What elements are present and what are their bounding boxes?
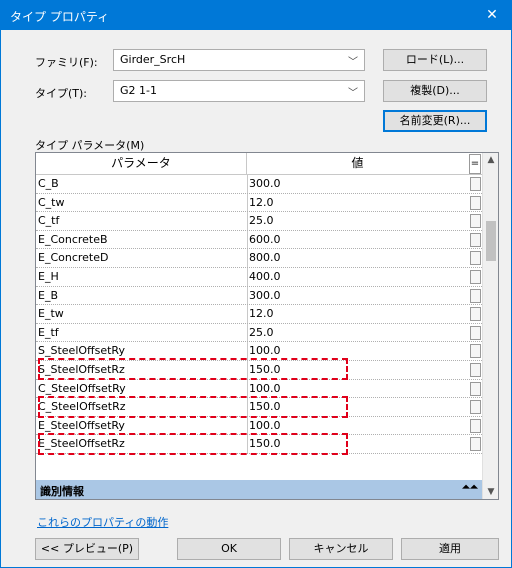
formula-cell[interactable]	[470, 288, 481, 303]
column-header-parameter[interactable]: パラメータ	[36, 153, 247, 175]
param-name: E_tf	[38, 325, 59, 339]
chevron-down-icon: ﹀	[348, 57, 358, 68]
collapse-icon[interactable]: ⏶⏶	[462, 482, 478, 493]
param-value[interactable]: 300.0	[249, 177, 449, 190]
highlight-c-offset-ry	[38, 396, 348, 418]
formula-cell[interactable]	[470, 269, 481, 284]
formula-cell[interactable]	[470, 325, 481, 340]
param-name: C_SteelOffsetRy	[38, 381, 126, 395]
grid-header: パラメータ 値 =	[36, 153, 482, 175]
table-row[interactable]: C_tf 25.0	[36, 212, 482, 231]
column-divider	[247, 286, 248, 305]
preview-button[interactable]: << プレビュー(P)	[35, 538, 139, 560]
table-row[interactable]: E_ConcreteD 800.0	[36, 249, 482, 268]
group-label: 識別情報	[40, 485, 84, 498]
column-divider	[247, 323, 248, 342]
chevron-down-icon: ﹀	[348, 88, 358, 99]
param-name: C_tf	[38, 214, 60, 228]
param-name: E_H	[38, 269, 59, 283]
column-divider	[247, 212, 248, 230]
dialog-body: ファミリ(F): Girder_SrcH ﹀ ロード(L)... タイプ(T):…	[0, 30, 512, 568]
param-name: E_ConcreteD	[38, 251, 109, 265]
scroll-thumb[interactable]	[486, 221, 496, 261]
param-value[interactable]: 25.0	[249, 326, 449, 339]
param-name: E_B	[38, 288, 58, 302]
close-icon[interactable]: ✕	[472, 0, 512, 30]
scroll-up-icon[interactable]: ▲	[483, 155, 498, 165]
formula-cell[interactable]	[470, 381, 481, 396]
param-value[interactable]: 12.0	[249, 307, 449, 320]
table-row[interactable]: E_H 400.0	[36, 267, 482, 287]
formula-cell[interactable]	[470, 344, 481, 359]
formula-cell[interactable]	[470, 400, 481, 415]
param-name: C_tw	[38, 195, 65, 209]
column-divider	[247, 175, 248, 193]
ok-button[interactable]: OK	[177, 538, 281, 560]
param-value[interactable]: 100.0	[249, 419, 449, 432]
properties-behavior-link[interactable]: これらのプロパティの動作	[37, 514, 168, 530]
param-value[interactable]: 400.0	[249, 270, 449, 283]
param-name: E_tw	[38, 307, 64, 321]
parameter-grid[interactable]: パラメータ 値 = C_B 300.0 C_tw 12.0 C_tf 25.0 E_Conc…	[35, 152, 499, 500]
param-value[interactable]: 600.0	[249, 233, 449, 246]
column-divider	[247, 267, 248, 286]
param-name: E_SteelOffsetRy	[38, 418, 125, 432]
column-divider	[247, 305, 248, 323]
rename-button[interactable]: 名前変更(R)...	[383, 110, 487, 132]
formula-cell[interactable]	[470, 418, 481, 433]
family-value: Girder_SrcH	[120, 53, 186, 66]
column-header-value[interactable]: 値	[247, 153, 468, 175]
vertical-scrollbar[interactable]: ▲ ▼	[482, 153, 498, 499]
param-name: C_B	[38, 177, 59, 190]
type-params-label: タイプ パラメータ(M)	[35, 139, 145, 152]
type-dropdown[interactable]: G2 1-1 ﹀	[113, 80, 365, 102]
table-row[interactable]: C_tw 12.0	[36, 193, 482, 213]
duplicate-button[interactable]: 複製(D)...	[383, 80, 487, 102]
cancel-button[interactable]: キャンセル	[289, 538, 393, 560]
apply-button[interactable]: 適用	[401, 538, 499, 560]
formula-cell[interactable]	[470, 437, 481, 452]
table-row[interactable]: E_ConcreteB 600.0	[36, 230, 482, 250]
group-header-identity[interactable]: 識別情報 ⏶⏶	[36, 480, 482, 499]
param-value[interactable]: 300.0	[249, 289, 449, 302]
table-row[interactable]: E_B 300.0	[36, 286, 482, 306]
title-bar: タイプ プロパティ ✕	[0, 0, 512, 30]
load-button[interactable]: ロード(L)...	[383, 49, 487, 71]
param-value[interactable]: 25.0	[249, 214, 449, 227]
param-value[interactable]: 100.0	[249, 344, 449, 357]
column-divider	[247, 416, 248, 435]
family-dropdown[interactable]: Girder_SrcH ﹀	[113, 49, 365, 71]
scroll-down-icon[interactable]: ▼	[483, 487, 498, 497]
formula-cell[interactable]	[470, 362, 481, 377]
window-title: タイプ プロパティ	[10, 10, 110, 24]
highlight-s-offset-ry	[38, 358, 348, 380]
table-row[interactable]: E_tf 25.0	[36, 323, 482, 343]
param-value[interactable]: 800.0	[249, 251, 449, 264]
type-label: タイプ(T):	[35, 87, 88, 100]
column-header-formula[interactable]: =	[469, 154, 481, 174]
family-label: ファミリ(F):	[35, 56, 98, 69]
column-divider	[247, 379, 248, 398]
param-name: S_SteelOffsetRy	[38, 344, 125, 358]
param-value[interactable]: 12.0	[249, 196, 449, 209]
formula-cell[interactable]	[470, 177, 481, 191]
table-row[interactable]: C_B 300.0	[36, 175, 482, 194]
type-value: G2 1-1	[120, 84, 157, 97]
column-divider	[247, 230, 248, 249]
formula-cell[interactable]	[470, 214, 481, 229]
param-value[interactable]: 100.0	[249, 382, 449, 395]
param-name: E_ConcreteB	[38, 232, 108, 246]
column-divider	[247, 249, 248, 267]
formula-cell[interactable]	[470, 307, 481, 322]
highlight-e-offset-ry	[38, 433, 348, 455]
column-divider	[247, 193, 248, 212]
table-row[interactable]: E_tw 12.0	[36, 305, 482, 324]
formula-cell[interactable]	[470, 232, 481, 247]
formula-cell[interactable]	[470, 195, 481, 210]
formula-cell[interactable]	[470, 251, 481, 266]
